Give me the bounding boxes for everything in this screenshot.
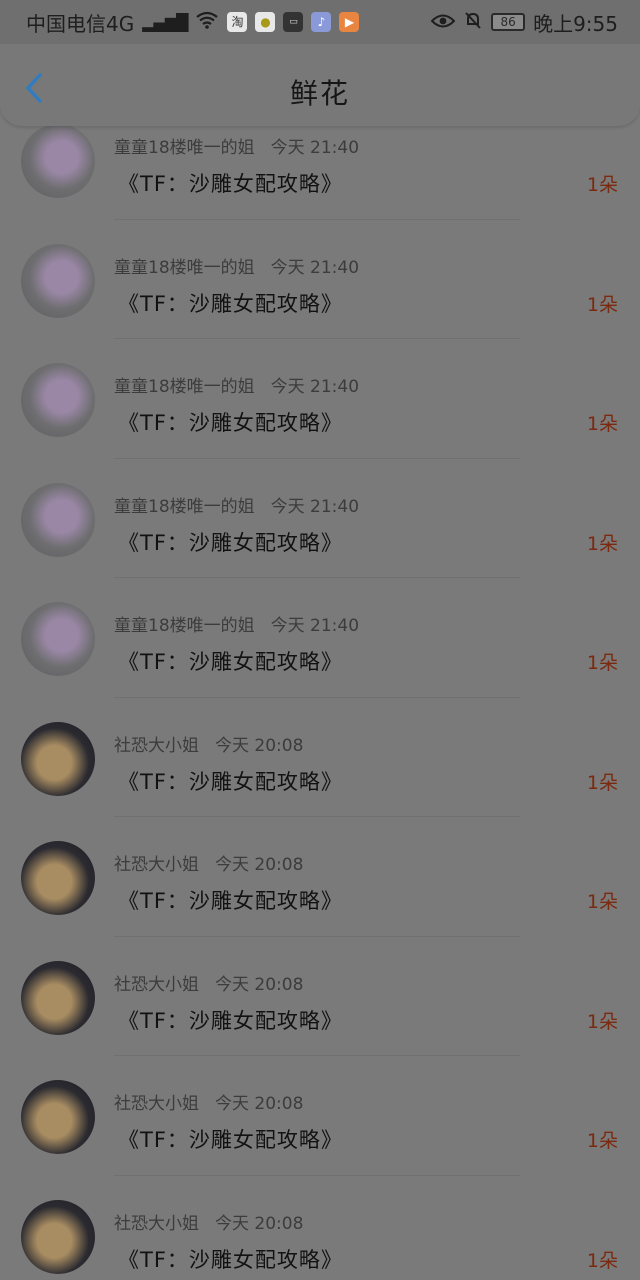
flower-count: 1朵 xyxy=(586,413,618,435)
avatar[interactable] xyxy=(21,243,95,318)
user-name[interactable]: 童童18楼唯一的姐 xyxy=(114,258,255,278)
flower-count: 1朵 xyxy=(586,532,618,555)
avatar[interactable] xyxy=(21,602,95,676)
avatar[interactable] xyxy=(21,960,95,1035)
eye-icon xyxy=(430,10,456,34)
flower-count: 1朵 xyxy=(586,1130,618,1152)
book-title[interactable]: 《TF：沙雕女配攻略》 xyxy=(118,288,343,318)
item-meta: 社恐大小姐 今天 20:08 xyxy=(114,970,303,995)
user-name[interactable]: 社恐大小姐 xyxy=(114,975,199,995)
item-meta: 童童18楼唯一的姐 今天 21:40 xyxy=(114,133,359,158)
book-title[interactable]: 《TF：沙雕女配攻略》 xyxy=(118,1005,343,1035)
book-title[interactable]: 《TF：沙雕女配攻略》 xyxy=(118,1244,343,1274)
user-name[interactable]: 童童18楼唯一的姐 xyxy=(114,377,255,397)
flower-count: 1朵 xyxy=(586,652,618,674)
flower-count: 1朵 xyxy=(586,174,618,196)
item-meta: 童童18楼唯一的姐 今天 21:40 xyxy=(114,611,359,636)
battery-icon: 86 xyxy=(491,13,526,31)
carrier-label: 中国电信4G xyxy=(26,11,135,36)
avatar[interactable] xyxy=(21,124,95,198)
item-meta: 童童18楼唯一的姐 今天 21:40 xyxy=(114,492,359,517)
wifi-icon xyxy=(195,10,219,34)
list-item[interactable]: 社恐大小姐 今天 20:08 《TF：沙雕女配攻略》 1朵 xyxy=(0,1176,640,1280)
item-meta: 社恐大小姐 今天 20:08 xyxy=(114,1209,303,1234)
book-title[interactable]: 《TF：沙雕女配攻略》 xyxy=(118,527,343,557)
video-app-icon: ▭ xyxy=(283,12,304,32)
signal-icon: ▂▄▆█ xyxy=(142,12,188,32)
timestamp: 今天 21:40 xyxy=(270,616,360,636)
status-bar: 中国电信4G ▂▄▆█ 淘 ● ▭ ♪ ▶ 86 晚上9:55 xyxy=(0,0,640,44)
flower-count: 1朵 xyxy=(586,891,618,913)
item-meta: 社恐大小姐 今天 20:08 xyxy=(114,850,303,875)
avatar[interactable] xyxy=(21,363,95,437)
lemon-icon: ● xyxy=(255,12,276,32)
list-item[interactable]: 童童18楼唯一的姐 今天 21:40 《TF：沙雕女配攻略》 1朵 xyxy=(0,459,640,578)
flower-count: 1朵 xyxy=(586,293,618,316)
timestamp: 今天 21:40 xyxy=(270,138,360,158)
flower-count: 1朵 xyxy=(586,1249,618,1272)
avatar[interactable] xyxy=(21,482,95,557)
bell-muted-icon xyxy=(463,10,483,35)
avatar[interactable] xyxy=(21,841,95,915)
nav-header: 鲜花 xyxy=(0,44,640,126)
book-title[interactable]: 《TF：沙雕女配攻略》 xyxy=(118,646,343,676)
clock: 晚上9:55 xyxy=(533,11,618,36)
avatar[interactable] xyxy=(21,1199,95,1274)
user-name[interactable]: 社恐大小姐 xyxy=(114,736,199,756)
music-icon: ♪ xyxy=(311,12,332,32)
list-item[interactable]: 社恐大小姐 今天 20:08 《TF：沙雕女配攻略》 1朵 xyxy=(0,937,640,1056)
user-name[interactable]: 社恐大小姐 xyxy=(114,1214,199,1234)
user-name[interactable]: 社恐大小姐 xyxy=(114,855,199,875)
avatar[interactable] xyxy=(21,1080,95,1154)
item-meta: 社恐大小姐 今天 20:08 xyxy=(114,1089,303,1114)
media-play-icon: ▶ xyxy=(339,12,360,32)
item-meta: 童童18楼唯一的姐 今天 21:40 xyxy=(114,372,359,397)
timestamp: 今天 21:40 xyxy=(270,377,360,397)
book-title[interactable]: 《TF：沙雕女配攻略》 xyxy=(118,168,343,198)
timestamp: 今天 20:08 xyxy=(215,1094,304,1114)
book-title[interactable]: 《TF：沙雕女配攻略》 xyxy=(118,1124,343,1154)
user-name[interactable]: 社恐大小姐 xyxy=(114,1094,199,1114)
user-name[interactable]: 童童18楼唯一的姐 xyxy=(114,497,255,517)
book-title[interactable]: 《TF：沙雕女配攻略》 xyxy=(118,407,343,437)
list-item[interactable]: 社恐大小姐 今天 20:08 《TF：沙雕女配攻略》 1朵 xyxy=(0,698,640,817)
flower-count: 1朵 xyxy=(586,771,618,794)
list-item[interactable]: 社恐大小姐 今天 20:08 《TF：沙雕女配攻略》 1朵 xyxy=(0,1056,640,1176)
user-name[interactable]: 童童18楼唯一的姐 xyxy=(114,616,255,636)
book-title[interactable]: 《TF：沙雕女配攻略》 xyxy=(118,766,343,796)
flower-count: 1朵 xyxy=(586,1010,618,1033)
timestamp: 今天 20:08 xyxy=(215,1213,304,1234)
timestamp: 今天 21:40 xyxy=(270,257,360,278)
timestamp: 今天 20:08 xyxy=(215,855,304,875)
flower-list: 童童18楼唯一的姐 今天 21:40 《TF：沙雕女配攻略》 1朵 童童18楼唯一的姐今… xyxy=(0,100,640,1280)
timestamp: 今天 20:08 xyxy=(215,735,304,756)
user-name[interactable]: 童童18楼唯一的姐 xyxy=(114,138,255,158)
list-item[interactable]: 童童18楼唯一的姐 今天 21:40 《TF：沙雕女配攻略》 1朵 xyxy=(0,578,640,698)
timestamp: 今天 20:08 xyxy=(215,974,304,995)
avatar[interactable] xyxy=(21,721,95,796)
item-meta: 童童18楼唯一的姐 今天 21:40 xyxy=(114,253,359,278)
status-right: 86 晚上9:55 xyxy=(430,8,618,37)
timestamp: 今天 21:40 xyxy=(270,496,360,517)
status-left: 中国电信4G ▂▄▆█ 淘 ● ▭ ♪ ▶ xyxy=(26,8,360,37)
list-item[interactable]: 童童18楼唯一的姐 今天 21:40 《TF：沙雕女配攻略》 1朵 xyxy=(0,339,640,459)
item-meta: 社恐大小姐 今天 20:08 xyxy=(114,731,303,756)
book-title[interactable]: 《TF：沙雕女配攻略》 xyxy=(118,885,343,915)
list-item[interactable]: 社恐大小姐 今天 20:08 《TF：沙雕女配攻略》 1朵 xyxy=(0,817,640,937)
page-title: 鲜花 xyxy=(289,77,350,110)
list-item[interactable]: 童童18楼唯一的姐 今天 21:40 《TF：沙雕女配攻略》 1朵 xyxy=(0,220,640,339)
taobao-icon: 淘 xyxy=(227,12,248,32)
